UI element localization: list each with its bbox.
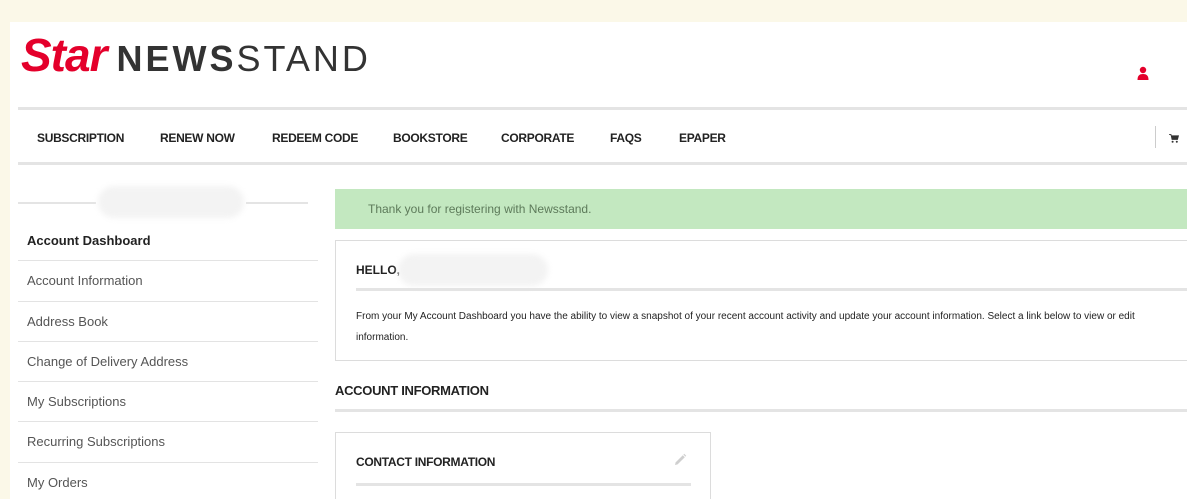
- welcome-box: HELLO, From your My Account Dashboard yo…: [335, 240, 1187, 361]
- contact-information-heading: CONTACT INFORMATION: [356, 455, 496, 469]
- account-information-divider: [335, 409, 1187, 412]
- sidebar-item-account-information[interactable]: Account Information: [18, 261, 318, 302]
- success-alert: Thank you for registering with Newsstand…: [335, 189, 1187, 229]
- hello-heading: HELLO,: [356, 263, 400, 277]
- logo-stand: STAND: [236, 38, 371, 79]
- sidebar-item-address-book[interactable]: Address Book: [18, 302, 318, 342]
- sidebar-item-change-delivery-address[interactable]: Change of Delivery Address: [18, 342, 318, 383]
- account-information-heading: ACCOUNT INFORMATION: [335, 383, 489, 398]
- sidebar-title-rule-left: [18, 202, 96, 204]
- account-sidebar: Account Dashboard Account Information Ad…: [18, 221, 318, 499]
- intro-line-1: From your My Account Dashboard you have …: [356, 311, 1135, 322]
- sidebar-item-recurring-subscriptions[interactable]: Recurring Subscriptions: [18, 422, 318, 463]
- redacted-username: [98, 186, 244, 218]
- nav-divider: [18, 162, 1187, 165]
- logo-news: NEWS: [116, 38, 237, 79]
- contact-divider: [356, 483, 691, 486]
- nav-faqs[interactable]: FAQS: [610, 131, 642, 145]
- nav-separator: [1155, 126, 1156, 148]
- header-divider: [18, 107, 1187, 110]
- nav-epaper[interactable]: EPAPER: [679, 131, 726, 145]
- nav-bookstore[interactable]: BOOKSTORE: [393, 131, 468, 145]
- contact-information-box: CONTACT INFORMATION: [335, 432, 711, 499]
- cart-icon[interactable]: [1169, 134, 1179, 143]
- nav-renew-now[interactable]: RENEW NOW: [160, 131, 235, 145]
- pencil-icon[interactable]: [673, 453, 687, 467]
- intro-line-2: information.: [356, 332, 409, 343]
- nav-subscription[interactable]: SUBSCRIPTION: [37, 131, 124, 145]
- welcome-divider: [356, 288, 1187, 291]
- user-icon[interactable]: [1137, 66, 1149, 80]
- main-nav: SUBSCRIPTION RENEW NOW REDEEM CODE BOOKS…: [10, 118, 1187, 158]
- redacted-name: [398, 254, 548, 286]
- sidebar-item-account-dashboard[interactable]: Account Dashboard: [18, 221, 318, 262]
- site-logo[interactable]: Star NEWS STAND: [21, 28, 371, 82]
- sidebar-item-my-orders[interactable]: My Orders: [18, 463, 318, 499]
- sidebar-item-my-subscriptions[interactable]: My Subscriptions: [18, 382, 318, 423]
- sidebar-title-rule-right: [246, 202, 308, 204]
- nav-redeem-code[interactable]: REDEEM CODE: [272, 131, 358, 145]
- dashboard-intro-text: From your My Account Dashboard you have …: [356, 306, 1187, 348]
- logo-star: Star: [21, 29, 107, 81]
- nav-corporate[interactable]: CORPORATE: [501, 131, 574, 145]
- page: Star NEWS STAND SUBSCRIPTION RENEW NOW R…: [10, 22, 1187, 499]
